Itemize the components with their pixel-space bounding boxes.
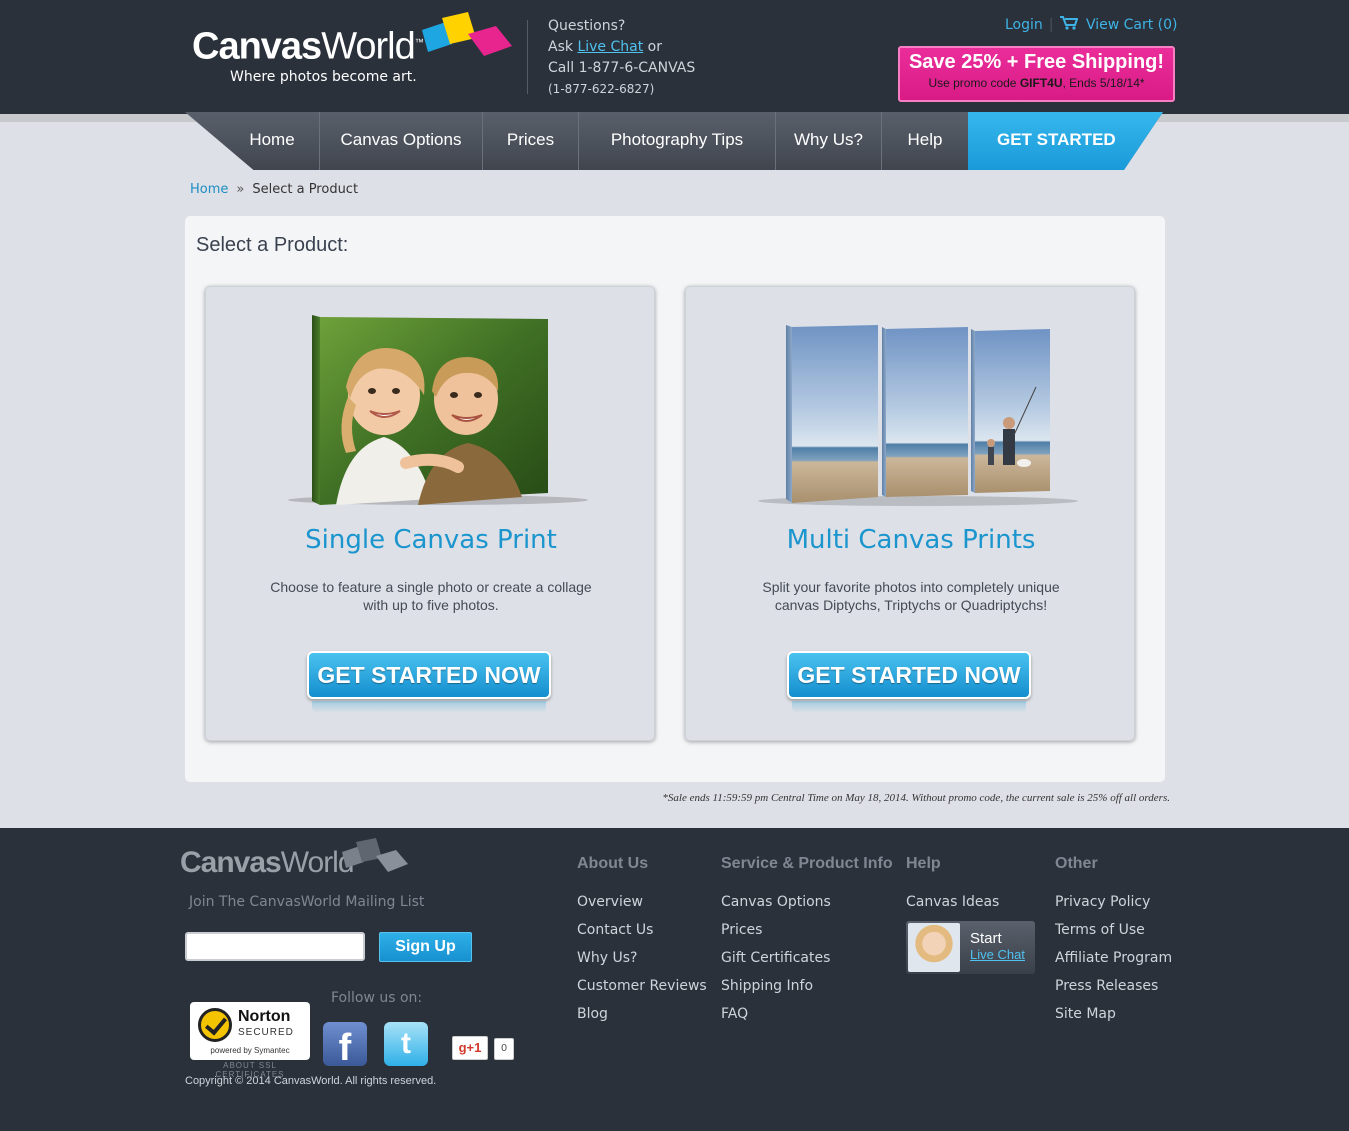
account-nav: Login | View Cart (0) bbox=[1005, 16, 1178, 33]
multi-canvas-title[interactable]: Multi Canvas Prints bbox=[686, 525, 1136, 555]
footer-link-terms-of-use[interactable]: Terms of Use bbox=[1055, 921, 1172, 949]
site-footer: CanvasWorld Join The CanvasWorld Mailing… bbox=[0, 828, 1349, 1131]
footer-link-customer-reviews[interactable]: Customer Reviews bbox=[577, 977, 707, 1005]
footer-link-prices[interactable]: Prices bbox=[721, 921, 893, 949]
logo-wordmark: CanvasWorld™ bbox=[192, 25, 424, 68]
footer-link-press-releases[interactable]: Press Releases bbox=[1055, 977, 1172, 1005]
norton-name: Norton bbox=[238, 1008, 291, 1025]
questions-label: Questions? bbox=[548, 18, 626, 34]
nav-item-canvas-options[interactable]: Canvas Options bbox=[320, 112, 483, 170]
footer-link-site-map[interactable]: Site Map bbox=[1055, 1005, 1172, 1033]
ask-line: Ask Live Chat or bbox=[548, 39, 662, 55]
multi-canvas-card: Multi Canvas Prints Split your favorite … bbox=[685, 286, 1135, 741]
live-chat-link[interactable]: Live Chat bbox=[577, 39, 643, 55]
button-reflection bbox=[312, 701, 546, 713]
footer-link-faq[interactable]: FAQ bbox=[721, 1005, 893, 1033]
footer-col-help: Help Canvas Ideas bbox=[906, 855, 999, 921]
footer-heading-about: About Us bbox=[577, 855, 649, 872]
support-agent-avatar bbox=[908, 923, 960, 972]
nav-item-why-us[interactable]: Why Us? bbox=[776, 112, 882, 170]
footer-col-service: Service & Product Info Canvas Options Pr… bbox=[721, 855, 893, 1033]
facebook-icon[interactable]: f bbox=[323, 1022, 367, 1066]
nav-item-home[interactable]: Home bbox=[225, 112, 320, 170]
get-started-nav-button[interactable]: GET STARTED bbox=[968, 112, 1163, 170]
canvasworld-logo[interactable]: CanvasWorld™ Where photos become art. bbox=[192, 22, 424, 85]
nav-separator: | bbox=[1048, 17, 1054, 33]
single-get-started-button[interactable]: GET STARTED NOW bbox=[307, 651, 551, 699]
norton-check-icon bbox=[198, 1008, 232, 1042]
product-panel: Select a Product: Single Canvas Print Ch… bbox=[185, 216, 1165, 782]
main-nav: Home Canvas Options Prices Photography T… bbox=[185, 112, 1163, 170]
live-chat-widget[interactable]: Start Live Chat bbox=[906, 921, 1035, 974]
chat-start-label: Start bbox=[970, 930, 1002, 947]
phone-number: (1-877-622-6827) bbox=[548, 82, 655, 96]
multi-canvas-photo[interactable] bbox=[686, 287, 1136, 517]
nav-item-photography-tips[interactable]: Photography Tips bbox=[579, 112, 776, 170]
view-cart-link[interactable]: View Cart (0) bbox=[1086, 17, 1178, 33]
sign-up-button[interactable]: Sign Up bbox=[379, 932, 472, 962]
single-canvas-card: Single Canvas Print Choose to feature a … bbox=[205, 286, 655, 741]
google-plus-button[interactable]: g+1 bbox=[452, 1036, 488, 1060]
button-reflection bbox=[792, 701, 1026, 713]
footer-logo-squares-icon bbox=[342, 838, 408, 872]
single-canvas-photo[interactable] bbox=[206, 287, 656, 517]
main-nav-items: Home Canvas Options Prices Photography T… bbox=[225, 112, 968, 170]
call-line: Call 1-877-6-CANVAS bbox=[548, 60, 696, 76]
footer-link-why-us[interactable]: Why Us? bbox=[577, 949, 707, 977]
footer-link-privacy-policy[interactable]: Privacy Policy bbox=[1055, 893, 1172, 921]
single-canvas-title[interactable]: Single Canvas Print bbox=[206, 525, 656, 555]
norton-powered-label: powered by Symantec bbox=[210, 1046, 290, 1055]
footer-col-other: Other Privacy Policy Terms of Use Affili… bbox=[1055, 855, 1172, 1033]
twitter-icon[interactable]: t bbox=[384, 1022, 428, 1066]
promo-code: GIFT4U bbox=[1019, 76, 1063, 90]
header-divider bbox=[527, 20, 528, 94]
norton-secured-badge[interactable]: Norton SECURED powered by Symantec bbox=[190, 1002, 310, 1060]
breadcrumb-current: Select a Product bbox=[252, 182, 359, 197]
promo-banner[interactable]: Save 25% + Free Shipping! Use promo code… bbox=[898, 46, 1175, 102]
mailing-email-input[interactable] bbox=[185, 932, 365, 961]
footer-heading-other: Other bbox=[1055, 855, 1098, 872]
nav-item-prices[interactable]: Prices bbox=[483, 112, 579, 170]
contact-info: Questions? Ask Live Chat or Call 1-877-6… bbox=[548, 16, 695, 100]
chat-live-chat-link[interactable]: Live Chat bbox=[970, 947, 1025, 962]
logo-squares-icon bbox=[422, 12, 512, 56]
footer-link-overview[interactable]: Overview bbox=[577, 893, 707, 921]
login-link[interactable]: Login bbox=[1005, 17, 1043, 33]
footer-link-shipping-info[interactable]: Shipping Info bbox=[721, 977, 893, 1005]
page-title: Select a Product: bbox=[196, 234, 349, 256]
multi-get-started-button[interactable]: GET STARTED NOW bbox=[787, 651, 1031, 699]
footer-link-canvas-options[interactable]: Canvas Options bbox=[721, 893, 893, 921]
footer-link-contact-us[interactable]: Contact Us bbox=[577, 921, 707, 949]
footer-heading-help: Help bbox=[906, 855, 941, 872]
logo-tagline: Where photos become art. bbox=[230, 68, 417, 85]
promo-title: Save 25% + Free Shipping! bbox=[908, 51, 1165, 73]
sale-disclaimer: *Sale ends 11:59:59 pm Central Time on M… bbox=[662, 792, 1170, 804]
norton-secured-label: SECURED bbox=[238, 1027, 294, 1038]
footer-logo[interactable]: CanvasWorld bbox=[180, 846, 355, 880]
footer-link-gift-certificates[interactable]: Gift Certificates bbox=[721, 949, 893, 977]
footer-heading-service: Service & Product Info bbox=[721, 855, 893, 872]
multi-canvas-description: Split your favorite photos into complete… bbox=[762, 579, 1060, 613]
copyright: Copyright © 2014 CanvasWorld. All rights… bbox=[185, 1075, 437, 1087]
breadcrumb: Home » Select a Product bbox=[190, 182, 358, 197]
mailing-list-label: Join The CanvasWorld Mailing List bbox=[189, 894, 425, 910]
promo-subtitle: Use promo code GIFT4U, Ends 5/18/14* bbox=[928, 76, 1145, 90]
nav-item-help[interactable]: Help bbox=[882, 112, 968, 170]
cart-icon[interactable] bbox=[1059, 16, 1078, 30]
breadcrumb-home[interactable]: Home bbox=[190, 182, 228, 197]
footer-link-affiliate-program[interactable]: Affiliate Program bbox=[1055, 949, 1172, 977]
site-header: CanvasWorld™ Where photos become art. Qu… bbox=[0, 0, 1349, 114]
footer-link-canvas-ideas[interactable]: Canvas Ideas bbox=[906, 893, 999, 921]
follow-us-label: Follow us on: bbox=[331, 990, 423, 1006]
footer-col-about: About Us Overview Contact Us Why Us? Cus… bbox=[577, 855, 707, 1033]
single-canvas-description: Choose to feature a single photo or crea… bbox=[270, 579, 592, 613]
google-plus-count: 0 bbox=[494, 1038, 514, 1060]
footer-link-blog[interactable]: Blog bbox=[577, 1005, 707, 1033]
breadcrumb-separator: » bbox=[236, 182, 245, 197]
